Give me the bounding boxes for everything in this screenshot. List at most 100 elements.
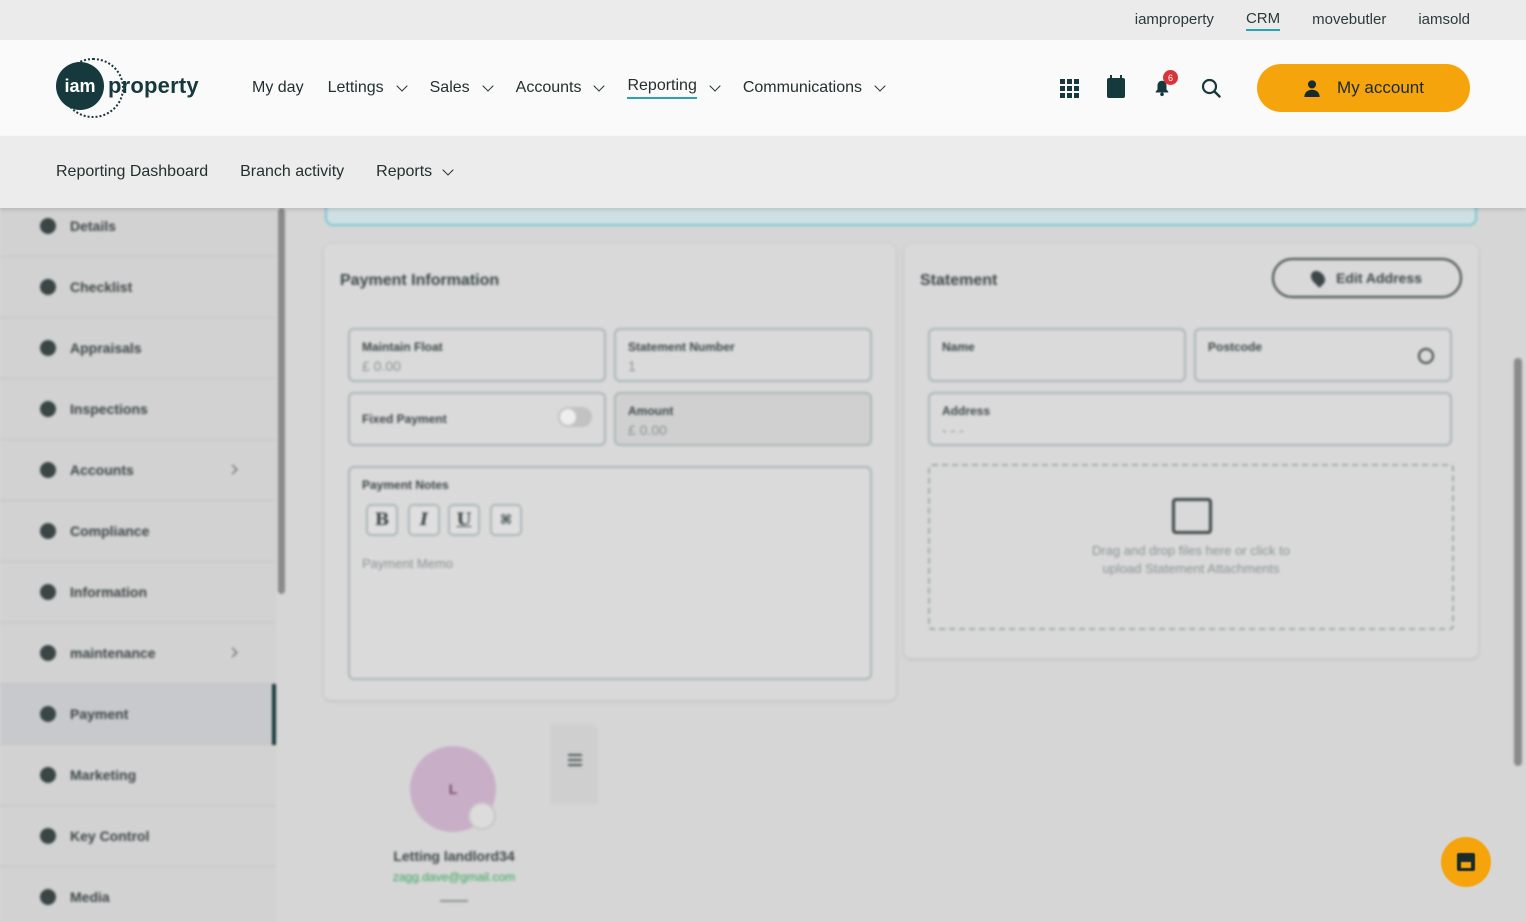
page-scrollbar[interactable] [1514, 358, 1522, 766]
landlord-contact-card: L Letting landlord34 zagg.dave@gmail.com [310, 724, 598, 922]
dropzone-line-2: upload Statement Attachments [1102, 561, 1280, 576]
property-sidebar: Details Checklist Appraisals Inspections… [0, 196, 276, 922]
apps-grid-icon[interactable] [1060, 78, 1079, 98]
reporting-subnav: Reporting Dashboard Branch activity Repo… [0, 136, 1526, 208]
sidebar-item-label: Checklist [70, 279, 133, 295]
my-account-button[interactable]: My account [1257, 64, 1470, 112]
image-upload-icon [1172, 498, 1212, 534]
wallet-icon [40, 462, 56, 478]
dropzone-line-1: Drag and drop files here or click to [1092, 543, 1290, 558]
card-menu-button[interactable] [550, 724, 598, 804]
save-disk-icon [1457, 853, 1475, 871]
nav-item-sales[interactable]: Sales [430, 79, 494, 97]
brand-link-crm[interactable]: CRM [1245, 10, 1281, 31]
sidebar-scrollbar[interactable] [278, 208, 285, 594]
sidebar-item-marketing[interactable]: Marketing [0, 745, 276, 806]
nav-item-lettings[interactable]: Lettings [327, 79, 408, 97]
sidebar-item-maintenance[interactable]: maintenance [0, 623, 276, 684]
menu-icon [568, 754, 582, 766]
sidebar-item-label: Media [70, 889, 110, 905]
contact-email[interactable]: zagg.dave@gmail.com [310, 870, 598, 884]
camera-icon[interactable] [468, 802, 496, 830]
nav-label: Reporting [627, 77, 697, 99]
edit-address-button[interactable]: Edit Address [1272, 258, 1462, 298]
brand-link-iamsold[interactable]: iamsold [1418, 11, 1470, 30]
nav-item-communications[interactable]: Communications [742, 79, 886, 97]
nav-label: Lettings [327, 79, 384, 96]
field-label: Fixed Payment [362, 412, 447, 426]
sidebar-item-key-control[interactable]: Key Control [0, 806, 276, 867]
subnav-item-reporting-dashboard[interactable]: Reporting Dashboard [56, 163, 208, 181]
address-field[interactable]: Address - - - [928, 392, 1452, 446]
check-circle-icon [40, 279, 56, 295]
name-field[interactable]: Name [928, 328, 1186, 382]
payment-notes-editor: Payment Notes B I U ⌘ Payment Memo [348, 466, 872, 680]
sidebar-item-appraisals[interactable]: Appraisals [0, 318, 276, 379]
images-icon [40, 889, 56, 905]
fullscreen-button[interactable]: ⌘ [490, 504, 522, 536]
statement-attachments-dropzone[interactable]: Drag and drop files here or click to upl… [928, 464, 1454, 630]
chevron-down-icon [481, 79, 494, 92]
italic-button[interactable]: I [408, 504, 440, 536]
maintain-float-field[interactable]: Maintain Float £ 0.00 [348, 328, 606, 382]
sidebar-item-payment[interactable]: Payment [0, 684, 276, 745]
calendar-icon[interactable] [1107, 75, 1125, 98]
brand-link-movebutler[interactable]: movebutler [1312, 11, 1386, 30]
dropzone-text: Drag and drop files here or click to upl… [930, 542, 1452, 578]
header-icon-group: 6 [1060, 40, 1221, 136]
sidebar-item-label: Details [70, 218, 116, 234]
statement-panel: Statement Edit Address Name Postcode Add… [904, 244, 1478, 658]
field-label: Payment Notes [362, 478, 449, 492]
field-label: Amount [628, 404, 674, 418]
sidebar-item-compliance[interactable]: Compliance [0, 501, 276, 562]
sidebar-item-label: Compliance [70, 523, 150, 539]
notifications-button[interactable]: 6 [1153, 70, 1178, 98]
fixed-payment-field: Fixed Payment [348, 392, 606, 446]
page-content: Details Checklist Appraisals Inspections… [0, 196, 1526, 922]
payment-icon [40, 706, 56, 722]
sidebar-item-checklist[interactable]: Checklist [0, 257, 276, 318]
sidebar-item-label: Payment [70, 706, 129, 722]
sidebar-item-label: Accounts [70, 462, 134, 478]
chevron-right-icon [227, 464, 238, 475]
nav-label: Communications [742, 79, 862, 96]
sidebar-item-label: maintenance [70, 645, 156, 661]
sidebar-item-media[interactable]: Media [0, 867, 276, 922]
payment-information-panel: Payment Information Maintain Float £ 0.0… [324, 244, 896, 700]
field-label: Maintain Float [362, 340, 443, 354]
subnav-items: Reporting Dashboard Branch activity Repo… [56, 136, 454, 208]
fixed-payment-toggle[interactable] [558, 407, 592, 427]
search-icon[interactable] [1418, 348, 1434, 364]
panel-title: Payment Information [340, 272, 500, 289]
logo[interactable]: iam property [56, 58, 199, 118]
payment-memo-input[interactable]: Payment Memo [362, 556, 453, 571]
chevron-right-icon [227, 647, 238, 658]
search-icon [1201, 78, 1221, 98]
bold-button[interactable]: B [366, 504, 398, 536]
brand-link-iamproperty[interactable]: iamproperty [1135, 11, 1214, 30]
underline-button[interactable]: U [448, 504, 480, 536]
top-utility-bar: iamproperty CRM movebutler iamsold [0, 0, 1526, 40]
nav-label: My day [252, 79, 304, 96]
save-button[interactable] [1441, 837, 1491, 887]
search-button[interactable] [1201, 78, 1221, 98]
chevron-down-icon [874, 79, 886, 92]
subnav-item-branch-activity[interactable]: Branch activity [240, 163, 344, 181]
bookmark-icon [40, 767, 56, 783]
postcode-field[interactable]: Postcode [1194, 328, 1452, 382]
sidebar-item-label: Information [70, 584, 147, 600]
sidebar-item-inspections[interactable]: Inspections [0, 379, 276, 440]
field-value: - - - [942, 422, 964, 438]
sidebar-item-accounts[interactable]: Accounts [0, 440, 276, 501]
sidebar-item-label: Inspections [70, 401, 148, 417]
chevron-down-icon [442, 163, 454, 176]
nav-item-accounts[interactable]: Accounts [516, 79, 606, 97]
sidebar-item-information[interactable]: Information [0, 562, 276, 623]
subnav-item-reports[interactable]: Reports [376, 163, 454, 181]
amount-field[interactable]: Amount £ 0.00 [614, 392, 872, 446]
nav-item-my-day[interactable]: My day [252, 79, 304, 97]
statement-number-field[interactable]: Statement Number 1 [614, 328, 872, 382]
home-icon [40, 218, 56, 234]
notification-count-badge: 6 [1163, 70, 1178, 85]
nav-item-reporting[interactable]: Reporting [627, 77, 721, 99]
